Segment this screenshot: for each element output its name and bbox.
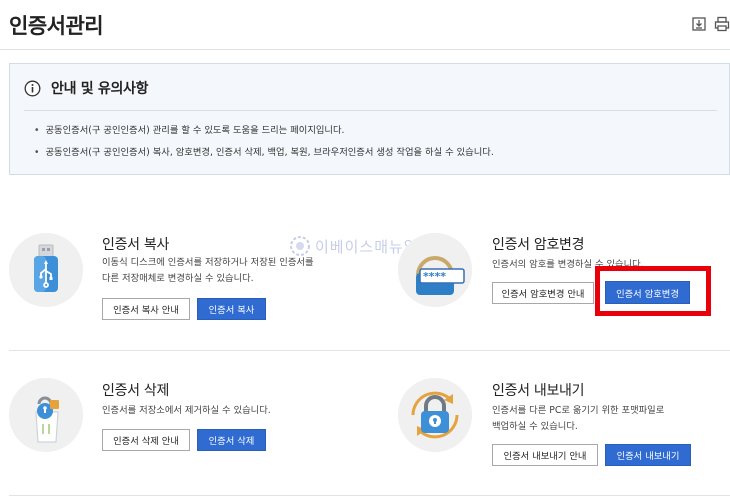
notice-list: 공동인증서(구 공인인증서) 관리를 할 수 있도록 도움을 드리는 페이지입니… [34, 124, 494, 168]
lock-sync-icon [398, 378, 472, 452]
export-guide-button[interactable]: 인증서 내보내기 안내 [492, 444, 598, 466]
info-icon [24, 80, 41, 97]
print-icon[interactable] [714, 16, 730, 32]
notice-title: 안내 및 유의사항 [51, 81, 149, 97]
highlight-box [595, 266, 711, 316]
card-desc: 인증서를 저장소에서 제거하실 수 있습니다. [102, 405, 271, 416]
download-icon[interactable] [691, 16, 707, 32]
watermark-logo-icon [290, 236, 310, 256]
notice-item: 공동인증서(구 공인인증서) 관리를 할 수 있도록 도움을 드리는 페이지입니… [34, 124, 494, 137]
card-title: 인증서 암호변경 [492, 237, 585, 253]
card-title: 인증서 삭제 [102, 383, 170, 399]
password-lock-icon: **** [398, 233, 472, 307]
card-title: 인증서 복사 [102, 237, 170, 253]
card-desc: 다른 저장매체로 변경하실 수 있습니다. [102, 273, 254, 284]
password-mask-text: **** [423, 270, 446, 283]
delete-certificate-button[interactable]: 인증서 삭제 [197, 429, 266, 451]
export-certificate-button[interactable]: 인증서 내보내기 [605, 444, 691, 466]
page-title: 인증서관리 [9, 14, 104, 38]
row-divider [9, 350, 730, 351]
copy-guide-button[interactable]: 인증서 복사 안내 [102, 298, 190, 320]
trash-lock-icon [9, 378, 83, 452]
card-desc: 이동식 디스크에 인증서를 저장하거나 저장된 인증서를 [102, 257, 314, 268]
password-guide-button[interactable]: 인증서 암호변경 안내 [492, 282, 594, 304]
page-header: 인증서관리 [0, 0, 730, 50]
card-title: 인증서 내보내기 [492, 383, 585, 399]
delete-guide-button[interactable]: 인증서 삭제 안내 [102, 429, 190, 451]
notice-divider [24, 110, 717, 111]
notice-header: 안내 및 유의사항 [24, 77, 149, 99]
notice-item: 공동인증서(구 공인인증서) 복사, 암호변경, 인증서 삭제, 백업, 복원,… [34, 146, 493, 159]
bottom-divider [9, 495, 730, 496]
copy-certificate-button[interactable]: 인증서 복사 [197, 298, 266, 320]
usb-drive-icon [9, 233, 83, 307]
card-desc: 인증서를 다른 PC로 옮기기 위한 포맷파일로 [492, 405, 665, 416]
notice-box: 안내 및 유의사항 공동인증서(구 공인인증서) 관리를 할 수 있도록 도움을… [9, 63, 730, 175]
card-desc: 백업하실 수 있습니다. [492, 421, 578, 432]
